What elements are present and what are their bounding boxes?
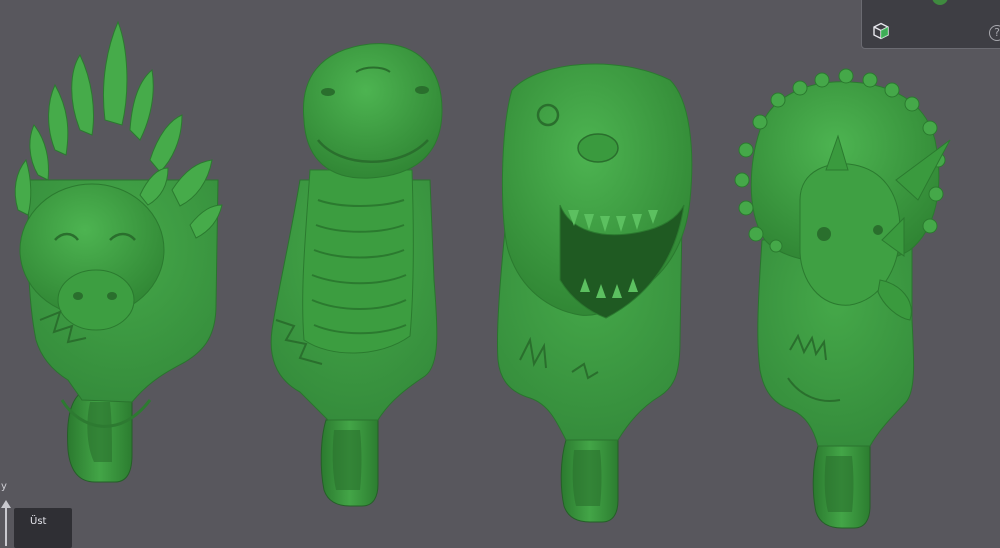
axis-y-label: y <box>1 481 7 492</box>
cube-icon[interactable] <box>872 22 890 40</box>
triceratops-hook[interactable] <box>734 68 951 529</box>
view-label: Üst <box>30 516 47 527</box>
stegosaurus-hook[interactable] <box>14 20 223 483</box>
long-neck-dinosaur-hook[interactable] <box>270 43 443 507</box>
t-rex-hook[interactable] <box>496 63 693 523</box>
navigation-cube-model-preview[interactable] <box>932 0 948 5</box>
view-label-box[interactable]: Üst <box>14 508 72 548</box>
axis-y-line <box>5 506 7 546</box>
help-icon[interactable]: ? <box>989 25 1000 41</box>
model-scene[interactable] <box>0 0 1000 544</box>
3d-viewport[interactable] <box>0 0 1000 544</box>
axis-gizmo: y Üst <box>0 478 80 548</box>
navigation-cube-panel[interactable]: ? <box>861 0 1000 49</box>
